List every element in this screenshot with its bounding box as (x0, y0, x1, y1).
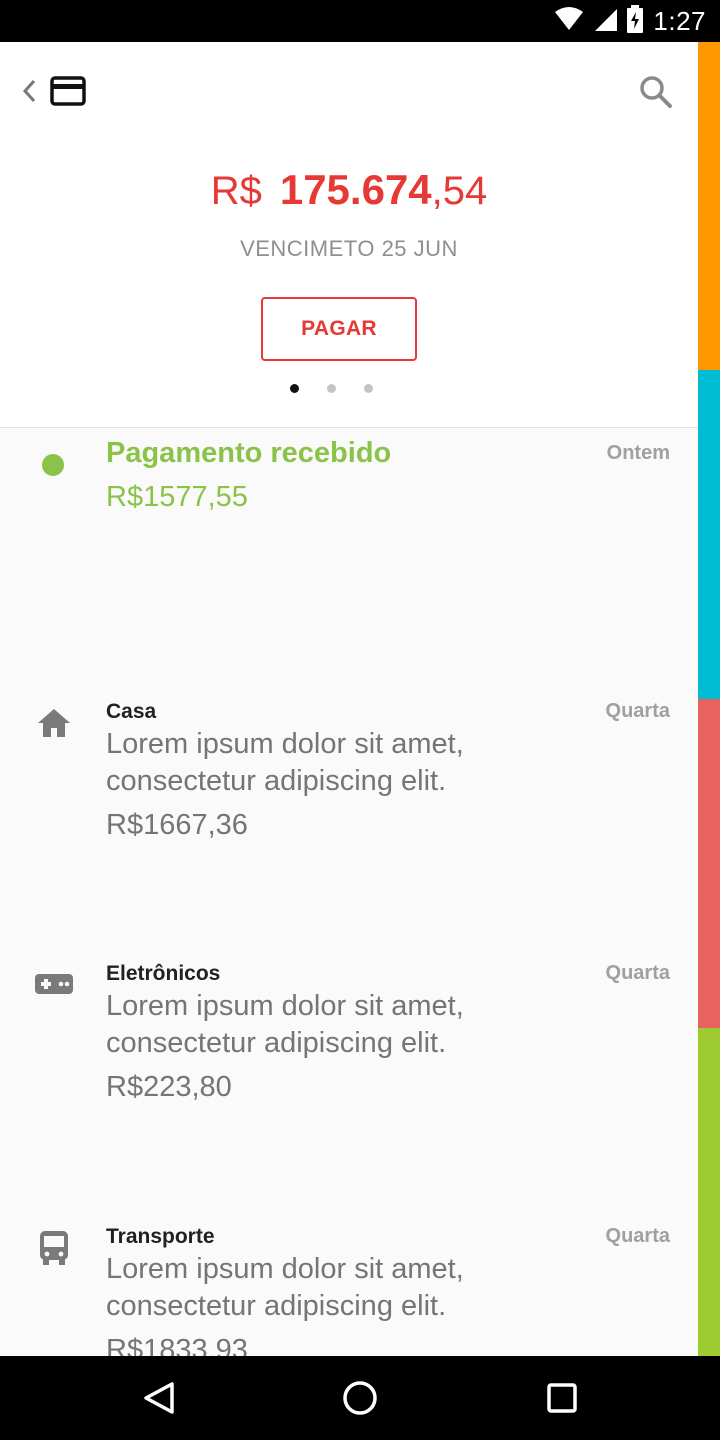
payment-received-item[interactable]: Pagamento recebido R$1577,55 Ontem (0, 429, 698, 689)
search-icon (640, 76, 672, 108)
category-color-strip (698, 42, 720, 1356)
app-screen: R$ 175.674,54 VENCIMETO 25 JUN PAGAR Paga… (0, 42, 720, 1356)
transaction-description: Lorem ipsum dolor sit amet, consectetur … (106, 1253, 464, 1322)
transaction-category: Eletrônicos (106, 962, 221, 985)
transaction-amount: R$223,80 (106, 1071, 232, 1103)
invoice-header: R$ 175.674,54 VENCIMETO 25 JUN PAGAR (0, 42, 698, 428)
system-nav-bar (0, 1356, 720, 1440)
due-date: VENCIMETO 25 JUN (240, 236, 458, 261)
bus-icon (34, 1228, 74, 1268)
transaction-item[interactable]: Transporte Quarta Lorem ipsum dolor sit … (0, 1214, 698, 1356)
balance-decimal: ,54 (431, 169, 488, 213)
transaction-date: Quarta (605, 1225, 670, 1247)
back-button[interactable] (14, 74, 44, 108)
gamepad-icon (34, 964, 74, 1004)
strip-segment-green (698, 1028, 720, 1356)
wifi-icon (555, 6, 584, 36)
cell-signal-icon (593, 7, 618, 36)
balance-currency: R$ (210, 169, 262, 213)
pay-button[interactable]: PAGAR (261, 297, 417, 361)
page-dot-3[interactable] (364, 384, 373, 393)
search-button[interactable] (636, 72, 676, 112)
battery-charging-icon (627, 4, 644, 38)
transaction-description: Lorem ipsum dolor sit amet, consectetur … (106, 728, 464, 797)
nav-home-button[interactable] (338, 1376, 382, 1420)
transaction-item[interactable]: Casa Quarta Lorem ipsum dolor sit amet, … (0, 689, 698, 951)
invoice-balance: R$ 175.674,54 (0, 166, 698, 214)
transaction-amount: R$1667,36 (106, 809, 248, 841)
strip-segment-orange (698, 42, 720, 370)
page-indicator (290, 384, 373, 393)
square-recents-icon (547, 1383, 577, 1413)
transaction-date: Quarta (605, 962, 670, 984)
status-icons: 1:27 (555, 4, 706, 38)
strip-segment-cyan (698, 370, 720, 699)
balance-integer: 175.674 (279, 166, 432, 213)
status-time: 1:27 (653, 5, 706, 36)
payment-status-dot (42, 454, 64, 476)
payment-amount: R$1577,55 (106, 481, 248, 513)
page-dot-1[interactable] (290, 384, 299, 393)
payment-date: Ontem (606, 442, 670, 464)
home-icon (34, 703, 74, 743)
credit-card-icon (50, 76, 86, 106)
transaction-category: Transporte (106, 1225, 215, 1248)
transaction-amount: R$1833,93 (106, 1334, 248, 1356)
nav-recents-button[interactable] (540, 1376, 584, 1420)
nav-back-button[interactable] (136, 1376, 180, 1420)
status-bar: 1:27 (0, 0, 720, 42)
transaction-item[interactable]: Eletrônicos Quarta Lorem ipsum dolor sit… (0, 951, 698, 1214)
payment-title: Pagamento recebido (106, 437, 392, 469)
strip-segment-red (698, 699, 720, 1028)
transaction-category: Casa (106, 700, 157, 723)
transaction-date: Quarta (605, 700, 670, 722)
chevron-left-icon (22, 79, 36, 103)
transaction-description: Lorem ipsum dolor sit amet, consectetur … (106, 990, 464, 1059)
circle-home-icon (343, 1381, 377, 1415)
page-dot-2[interactable] (327, 384, 336, 393)
triangle-back-icon (144, 1382, 174, 1414)
